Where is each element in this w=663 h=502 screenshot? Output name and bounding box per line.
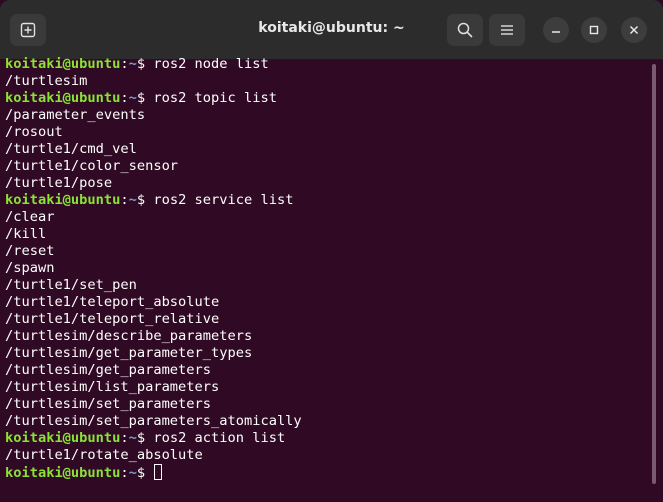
output-line: /kill (5, 226, 47, 242)
prompt-symbol: $ (136, 90, 154, 106)
prompt-path: ~ (128, 465, 137, 481)
output-line: /turtlesim (5, 73, 88, 89)
prompt-symbol: $ (136, 465, 154, 481)
output-line: /turtlesim/list_parameters (5, 379, 220, 395)
prompt-line: koitaki@ubuntu:~$ ros2 node list (5, 56, 643, 73)
prompt-path: ~ (128, 56, 137, 72)
output-line: /turtle1/teleport_relative (5, 311, 220, 327)
prompt-user: koitaki@ubuntu (5, 90, 121, 106)
prompt-colon: : (120, 192, 129, 208)
title-bar[interactable]: koitaki@ubuntu: ~ (0, 0, 663, 60)
output-line: /turtle1/rotate_absolute (5, 447, 203, 463)
output-line: /reset (5, 243, 55, 259)
prompt-colon: : (120, 56, 129, 72)
prompt-symbol: $ (136, 56, 154, 72)
prompt-path: ~ (128, 90, 137, 106)
output-line: /turtle1/set_pen (5, 277, 137, 293)
prompt-user: koitaki@ubuntu (5, 192, 121, 208)
new-tab-button[interactable] (10, 14, 46, 46)
prompt-line: koitaki@ubuntu:~$ (5, 464, 643, 481)
output-line: /parameter_events (5, 107, 146, 123)
prompt-user: koitaki@ubuntu (5, 430, 121, 446)
prompt-line: koitaki@ubuntu:~$ ros2 service list (5, 192, 643, 209)
maximize-icon (589, 25, 599, 35)
minimize-icon (552, 31, 560, 33)
terminal-window: koitaki@ubuntu: ~ koitaki@ubuntu:~$ ros2… (0, 0, 663, 502)
output-line: /turtle1/pose (5, 175, 113, 191)
command-text: ros2 service list (153, 192, 294, 208)
prompt-path: ~ (128, 430, 137, 446)
command-text: ros2 action list (153, 430, 286, 446)
prompt-colon: : (120, 465, 129, 481)
maximize-button[interactable] (581, 17, 607, 43)
output-line: /clear (5, 209, 55, 225)
output-line: /turtlesim/get_parameter_types (5, 345, 253, 361)
new-tab-icon (20, 22, 36, 38)
output-line: /turtle1/teleport_absolute (5, 294, 220, 310)
prompt-symbol: $ (136, 430, 154, 446)
command-text: ros2 topic list (153, 90, 277, 106)
prompt-path: ~ (128, 192, 137, 208)
hamburger-menu-icon (501, 25, 513, 35)
output-line: /spawn (5, 260, 55, 276)
prompt-line: koitaki@ubuntu:~$ ros2 topic list (5, 90, 643, 107)
text-cursor (154, 464, 163, 480)
output-line: /turtle1/color_sensor (5, 158, 179, 174)
close-icon (629, 25, 639, 35)
scrollbar[interactable] (652, 64, 656, 484)
prompt-colon: : (120, 90, 129, 106)
prompt-symbol: $ (136, 192, 154, 208)
output-line: /rosout (5, 124, 63, 140)
menu-button[interactable] (489, 14, 525, 46)
output-line: /turtlesim/set_parameters (5, 396, 212, 412)
terminal-output[interactable]: koitaki@ubuntu:~$ ros2 node list/turtles… (5, 56, 643, 496)
prompt-user: koitaki@ubuntu (5, 56, 121, 72)
prompt-colon: : (120, 430, 129, 446)
search-button[interactable] (447, 14, 483, 46)
output-line: /turtlesim/get_parameters (5, 362, 212, 378)
command-text: ros2 node list (153, 56, 269, 72)
output-line: /turtle1/cmd_vel (5, 141, 137, 157)
output-line: /turtlesim/describe_parameters (5, 328, 253, 344)
output-line: /turtlesim/set_parameters_atomically (5, 413, 302, 429)
prompt-line: koitaki@ubuntu:~$ ros2 action list (5, 430, 643, 447)
prompt-user: koitaki@ubuntu (5, 465, 121, 481)
search-icon (457, 22, 473, 38)
minimize-button[interactable] (543, 17, 569, 43)
close-button[interactable] (621, 17, 647, 43)
